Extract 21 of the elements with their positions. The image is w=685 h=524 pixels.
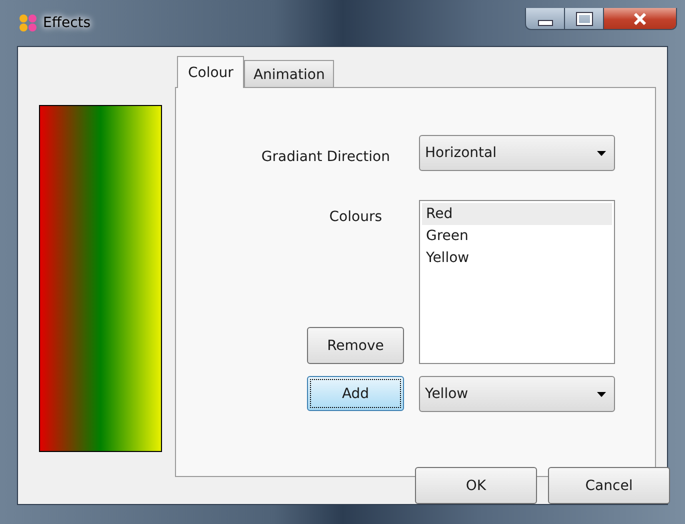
app-icon	[19, 14, 37, 32]
minimize-button[interactable]	[526, 8, 565, 29]
close-button[interactable]	[604, 8, 676, 29]
cancel-button[interactable]: Cancel	[548, 467, 670, 504]
close-icon	[633, 12, 647, 24]
direction-dropdown[interactable]: Horizontal	[419, 135, 615, 171]
colour-dropdown[interactable]: Yellow	[419, 376, 615, 412]
caret-icon	[597, 392, 606, 396]
ok-button[interactable]: OK	[415, 467, 537, 504]
list-item[interactable]: Green	[422, 225, 612, 247]
add-button[interactable]: Add	[307, 376, 404, 411]
tab[interactable]: Animation	[244, 60, 334, 87]
list-item[interactable]: Red	[422, 203, 612, 225]
window-title: Effects	[43, 15, 91, 31]
caret-icon	[597, 150, 606, 156]
maximize-button[interactable]	[565, 8, 604, 29]
field-label: Gradiant Direction	[261, 149, 390, 165]
field-label: Colours	[329, 209, 382, 225]
list-item[interactable]: Yellow	[422, 247, 612, 269]
tab[interactable]: Colour	[177, 56, 244, 88]
remove-button[interactable]: Remove	[307, 327, 404, 364]
